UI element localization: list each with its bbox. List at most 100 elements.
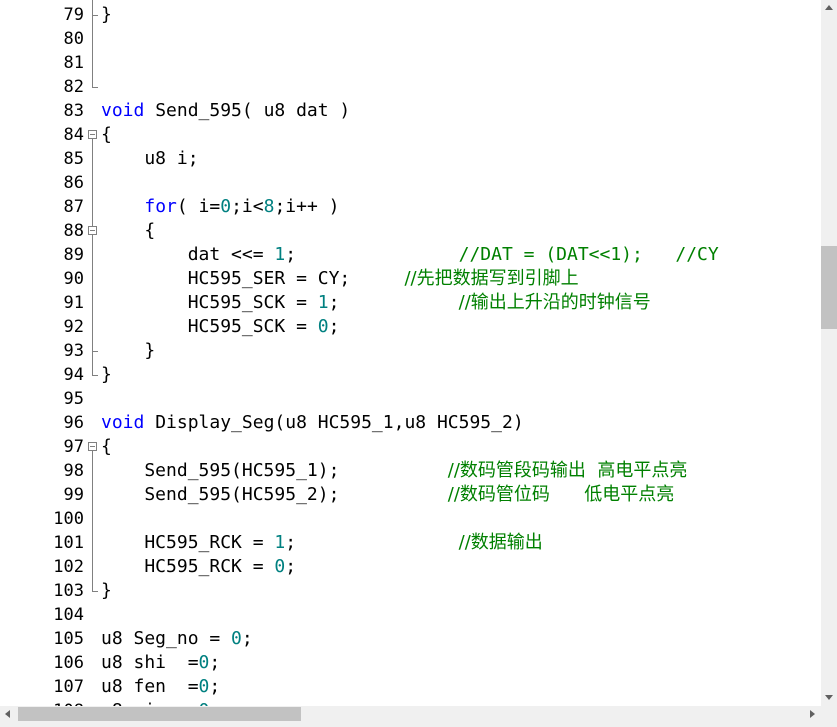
code-token: { — [101, 436, 112, 457]
vertical-scrollbar-thumb[interactable] — [821, 246, 837, 329]
line-number: 81 — [63, 53, 84, 73]
code-line[interactable]: for( i=0;i<8;i++ ) — [101, 195, 339, 219]
line-number: 97 — [63, 437, 84, 457]
code-line[interactable]: HC595_SER = CY; //先把数据写到引脚上 — [101, 267, 579, 291]
code-token: ; — [328, 292, 459, 313]
code-line[interactable]: dat <<= 1; //DAT = (DAT<<1); //CY — [101, 243, 719, 267]
line-number: 87 — [63, 197, 84, 217]
scroll-left-arrow-icon[interactable] — [5, 710, 10, 718]
line-number: 80 — [63, 29, 84, 49]
code-token: Send_595( u8 dat ) — [144, 100, 351, 121]
code-token: } — [101, 364, 112, 385]
code-editor[interactable]: 79 80 81 82 83 84 85 86 87 88 89 90 91 92 93 94 95 96 97 98… — [0, 0, 821, 706]
line-number: 103 — [53, 581, 84, 601]
fold-toggle-icon[interactable] — [88, 442, 97, 451]
code-line[interactable]: void Display_Seg(u8 HC595_1,u8 HC595_2) — [101, 411, 524, 435]
code-line[interactable]: HC595_SCK = 1; //输出上升沿的时钟信号 — [101, 291, 651, 315]
line-number: 83 — [63, 101, 84, 121]
code-line[interactable]: HC595_SCK = 0; — [101, 315, 340, 339]
code-line[interactable]: u8 Seg_no = 0; — [101, 627, 253, 651]
code-line[interactable]: void Send_595( u8 dat ) — [101, 99, 350, 123]
line-number: 104 — [53, 605, 84, 625]
number-token: 0 — [274, 556, 286, 577]
number-token: 0 — [198, 652, 210, 673]
line-number: 101 — [53, 533, 84, 553]
code-line[interactable]: u8 miao =0; — [101, 699, 220, 706]
code-token: Display_Seg(u8 HC595_1,u8 HC595_2) — [144, 412, 524, 433]
vertical-scrollbar[interactable] — [821, 0, 837, 706]
code-token: Send_595(HC595_2); — [101, 484, 448, 505]
code-line[interactable]: { — [101, 435, 112, 459]
code-token: ;i< — [231, 196, 264, 217]
scroll-up-arrow-icon[interactable] — [825, 5, 833, 10]
code-token: { — [101, 220, 156, 241]
line-number: 96 — [63, 413, 84, 433]
number-token: 1 — [274, 532, 286, 553]
number-token: 0 — [198, 676, 210, 697]
keyword-token: for — [144, 196, 177, 217]
code-line[interactable]: HC595_RCK = 1; //数据输出 — [101, 531, 542, 555]
line-number: 89 — [63, 245, 84, 265]
fold-end — [92, 375, 98, 376]
fold-guide — [92, 15, 93, 87]
line-number: 93 — [63, 341, 84, 361]
number-token: 1 — [274, 244, 286, 265]
code-token: ; — [209, 652, 221, 673]
fold-end — [92, 591, 98, 592]
fold-margin[interactable] — [84, 0, 100, 706]
fold-toggle-icon[interactable] — [88, 226, 97, 235]
line-number: 94 — [63, 365, 84, 385]
code-token: u8 fen = — [101, 676, 199, 697]
number-token: 0 — [317, 316, 329, 337]
code-line[interactable]: Send_595(HC595_2); //数码管位码 低电平点亮 — [101, 483, 674, 507]
line-number: 79 — [63, 5, 84, 25]
code-line[interactable]: Send_595(HC595_1); //数码管段码输出 高电平点亮 — [101, 459, 687, 483]
code-token: dat <<= — [101, 244, 275, 265]
code-line[interactable]: } — [101, 363, 112, 387]
code-token: u8 shi = — [101, 652, 199, 673]
line-number: 102 — [53, 557, 84, 577]
code-line[interactable]: u8 i; — [101, 147, 198, 171]
code-line[interactable]: { — [101, 219, 155, 243]
scrollbar-corner — [821, 706, 837, 727]
code-line[interactable]: u8 fen =0; — [101, 675, 220, 699]
code-token: HC595_RCK = — [101, 532, 275, 553]
horizontal-scrollbar-thumb[interactable] — [18, 707, 301, 721]
code-token: } — [101, 340, 156, 361]
code-token: HC595_SCK = — [101, 292, 318, 313]
code-token: Send_595(HC595_1); — [101, 460, 448, 481]
comment-token: //数码管位码 低电平点亮 — [447, 484, 675, 505]
number-token: 1 — [317, 292, 329, 313]
code-token: ;i++ ) — [274, 196, 340, 217]
code-token: HC595_RCK = — [101, 556, 275, 577]
comment-token: //数码管段码输出 高电平点亮 — [447, 460, 688, 481]
scroll-down-arrow-icon[interactable] — [825, 695, 833, 700]
code-token: ; — [209, 676, 221, 697]
number-token: 0 — [231, 628, 242, 649]
fold-toggle-icon[interactable] — [88, 130, 97, 139]
line-number: 98 — [63, 461, 84, 481]
code-token: } — [101, 4, 112, 25]
code-line[interactable]: { — [101, 123, 112, 147]
comment-token: //输出上升沿的时钟信号 — [458, 292, 651, 313]
code-token: HC595_SER = CY; — [101, 268, 405, 289]
line-number: 105 — [53, 629, 84, 649]
line-number: 88 — [63, 221, 84, 241]
scroll-right-arrow-icon[interactable] — [810, 710, 815, 718]
code-token: { — [101, 124, 112, 145]
code-line[interactable]: } — [101, 3, 112, 27]
code-line[interactable]: HC595_RCK = 0; — [101, 555, 296, 579]
line-number: 90 — [63, 269, 84, 289]
code-line[interactable]: } — [101, 579, 112, 603]
line-number: 95 — [63, 389, 84, 409]
code-line[interactable]: } — [101, 339, 155, 363]
code-line[interactable]: u8 shi =0; — [101, 651, 220, 675]
code-area[interactable]: } void Send_595( u8 dat ){ u8 i; for( i=0… — [101, 0, 821, 706]
fold-end — [92, 351, 98, 352]
line-number-gutter: 79 80 81 82 83 84 85 86 87 88 89 90 91 92 93 94 95 96 97 98… — [0, 0, 84, 706]
code-token: ( i= — [176, 196, 221, 217]
code-token: ; — [241, 628, 253, 649]
fold-guide — [92, 235, 93, 351]
line-number: 91 — [63, 293, 84, 313]
